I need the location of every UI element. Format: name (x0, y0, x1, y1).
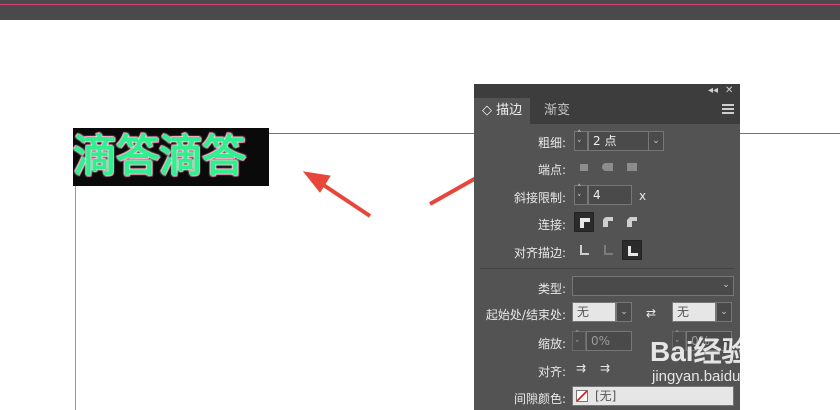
type-label: 类型: (537, 282, 566, 296)
arrow-align-label: 对齐: (537, 365, 566, 379)
align-inside-icon[interactable] (598, 240, 618, 260)
weight-input[interactable]: 2 点 (588, 131, 650, 151)
butt-cap-icon[interactable] (574, 157, 594, 177)
panel-tabs: ◇ 描边 渐变 (474, 98, 740, 124)
swap-icon[interactable]: ⇄ (646, 306, 656, 320)
tab-stroke[interactable]: ◇ 描边 (474, 98, 531, 124)
scale-start-stepper[interactable] (572, 330, 586, 351)
close-icon[interactable]: ✕ (725, 84, 733, 98)
align-center-icon[interactable] (574, 240, 594, 260)
panel-menu-icon[interactable] (722, 104, 734, 114)
align-stroke-label: 对齐描边: (513, 246, 566, 260)
watermark-brand: Bai经验 (650, 336, 750, 367)
panel-separator (480, 268, 734, 269)
scale-start-input[interactable]: 0% (586, 331, 632, 351)
watermark: Bai经验 jingyan.baidu.com (650, 330, 840, 410)
arrow-tip-extend-icon[interactable]: ⇉ (576, 361, 586, 375)
start-select[interactable]: 无 (572, 302, 616, 322)
projecting-cap-icon[interactable] (622, 157, 642, 177)
weight-stepper[interactable] (574, 130, 588, 151)
weight-label: 粗细: (537, 136, 566, 150)
miter-input[interactable]: 4 (588, 185, 632, 205)
bevel-join-icon[interactable] (622, 212, 642, 232)
start-end-label: 起始处/结束处: (485, 308, 566, 322)
end-select[interactable]: 无 (672, 302, 716, 322)
arrow-tip-place-icon[interactable]: ⇉ (600, 361, 610, 375)
miter-stepper[interactable] (574, 184, 588, 205)
tab-gradient[interactable]: 渐变 (536, 98, 578, 124)
type-select[interactable] (572, 276, 734, 296)
collapse-icon[interactable]: ◂◂ (708, 84, 718, 98)
align-outside-icon[interactable] (622, 240, 642, 260)
end-dropdown[interactable]: ⌄ (716, 302, 732, 322)
miter-label: 斜接限制: (513, 191, 566, 205)
join-label: 连接: (537, 218, 566, 232)
miter-suffix: x (639, 189, 647, 203)
round-join-icon[interactable] (598, 212, 618, 232)
watermark-url: jingyan.baidu.com (652, 368, 773, 385)
weight-dropdown[interactable]: ⌄ (648, 131, 664, 151)
round-cap-icon[interactable] (598, 157, 618, 177)
no-color-swatch-icon (576, 390, 588, 402)
gap-color-label: 间隙颜色: (513, 392, 566, 406)
type-dropdown-icon: ⌄ (722, 280, 730, 290)
panel-control-strip: ◂◂ ✕ (474, 84, 740, 98)
start-dropdown[interactable]: ⌄ (616, 302, 632, 322)
cap-label: 端点: (537, 163, 566, 177)
miter-join-icon[interactable] (574, 212, 594, 232)
scale-label: 缩放: (537, 337, 566, 351)
